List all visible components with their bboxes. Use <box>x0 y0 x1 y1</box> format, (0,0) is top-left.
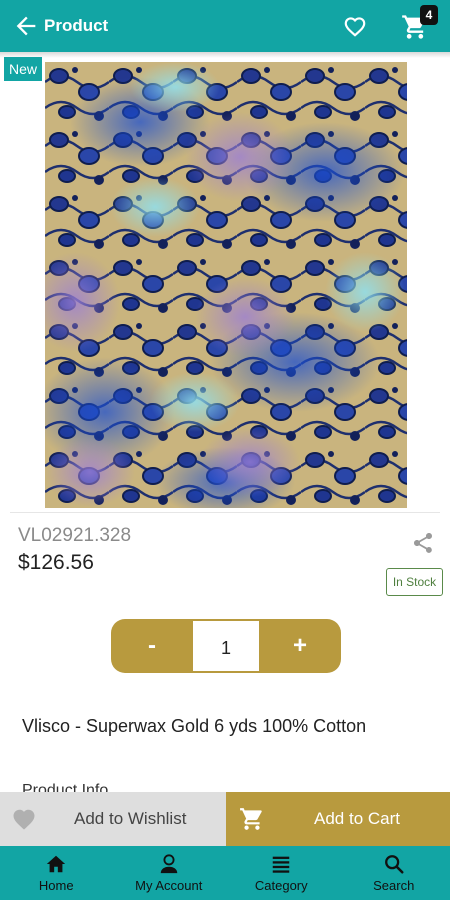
nav-my-account[interactable]: My Account <box>113 846 226 900</box>
product-name: Vlisco - Superwax Gold 6 yds 100% Cotton <box>22 716 367 736</box>
page-title: Product <box>44 16 109 35</box>
share-icon[interactable] <box>411 531 435 555</box>
add-to-cart-button[interactable]: Add to Cart <box>226 792 450 846</box>
favorite-heart-icon[interactable] <box>342 13 368 39</box>
new-badge: New <box>4 57 42 81</box>
back-arrow-icon[interactable] <box>12 12 40 40</box>
nav-label: Home <box>38 878 74 893</box>
header-shadow <box>0 52 450 58</box>
increase-quantity-button[interactable]: + <box>259 619 341 673</box>
quantity-value[interactable]: 1 <box>193 619 259 673</box>
product-sku: VL02921.328 <box>18 525 132 546</box>
product-price: $126.56 <box>18 551 94 574</box>
nav-home[interactable]: Home <box>0 846 113 900</box>
wishlist-label: Add to Wishlist <box>74 809 187 828</box>
home-icon <box>47 855 66 873</box>
nav-search[interactable]: Search <box>338 846 450 900</box>
nav-category[interactable]: Category <box>225 846 338 900</box>
nav-label: Category <box>254 878 308 893</box>
bottom-navigation: Home My Account Category Search <box>0 846 450 900</box>
add-to-wishlist-button[interactable]: Add to Wishlist <box>0 792 226 846</box>
quantity-stepper: - 1 + <box>111 619 341 673</box>
cart-count-badge: 4 <box>420 5 438 25</box>
add-to-cart-label: Add to Cart <box>314 809 400 828</box>
stock-status-badge: In Stock <box>386 568 443 596</box>
cart-icon <box>240 808 262 830</box>
decrease-quantity-button[interactable]: - <box>111 619 193 673</box>
nav-label: My Account <box>135 878 203 893</box>
list-icon <box>273 856 290 873</box>
divider <box>10 512 440 513</box>
search-icon <box>384 855 404 874</box>
heart-icon <box>13 809 35 830</box>
nav-label: Search <box>373 878 415 893</box>
product-image[interactable] <box>45 62 407 508</box>
app-header: Product 4 <box>0 0 450 52</box>
account-icon <box>160 854 177 874</box>
